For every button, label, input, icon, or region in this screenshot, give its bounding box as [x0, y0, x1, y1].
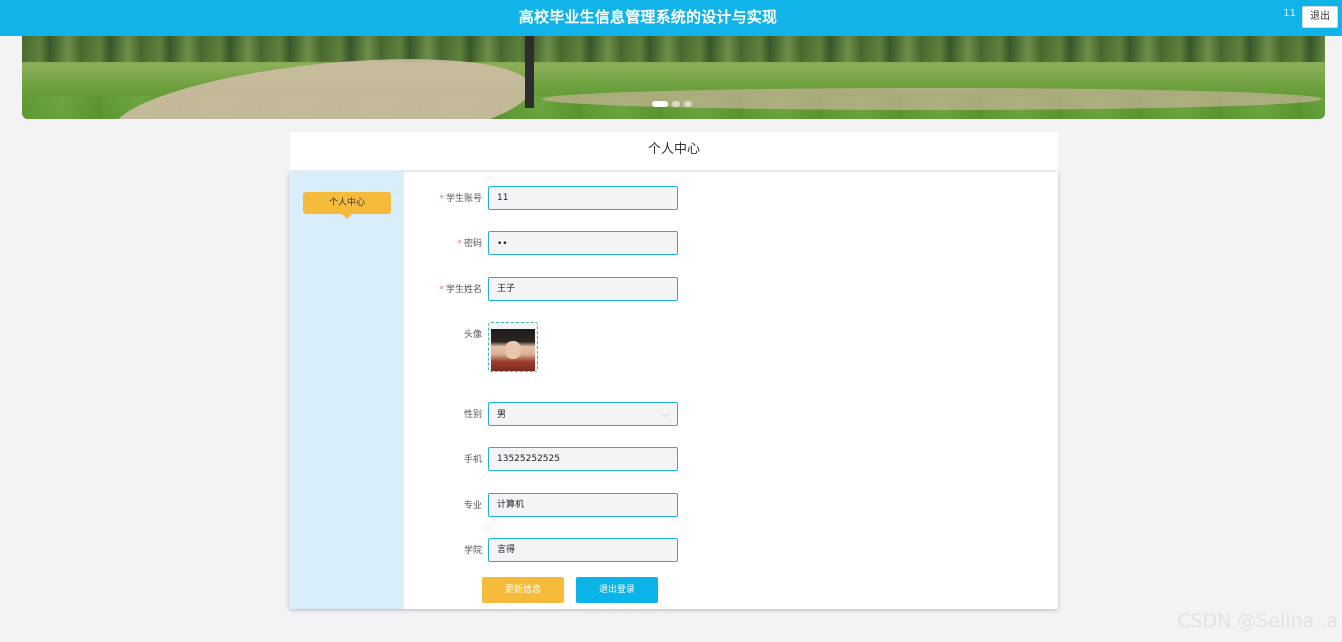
required-mark: * — [439, 285, 444, 295]
password-label: * 密码 — [457, 239, 482, 249]
logout-button[interactable]: 退出 — [1302, 6, 1338, 28]
name-input[interactable] — [488, 277, 678, 301]
major-row: 专业 — [404, 493, 804, 519]
account-input[interactable] — [488, 186, 678, 210]
carousel-indicators — [652, 101, 692, 107]
watermark: CSDN @Selina .a — [1177, 610, 1338, 632]
phone-input[interactable] — [488, 447, 678, 471]
banner-trees — [22, 36, 1325, 62]
gender-label: 性别 — [463, 410, 482, 420]
gender-select[interactable]: 男 ⌵ — [488, 402, 678, 426]
required-mark: * — [457, 239, 462, 249]
carousel-dot-1[interactable] — [652, 101, 668, 107]
profile-card: 个人中心 *学生账号 *密码 •• *学生姓名 头像 性别 男 ⌵ 手机 专业 — [289, 172, 1058, 609]
avatar-row: 头像 — [404, 322, 804, 372]
account-row: * 学生账号 — [404, 186, 804, 212]
password-input[interactable]: •• — [488, 231, 678, 255]
college-label: 学院 — [463, 546, 482, 556]
logout-account-button[interactable]: 退出登录 — [576, 577, 658, 603]
college-row: 学院 — [404, 538, 804, 564]
phone-label: 手机 — [463, 455, 482, 465]
top-bar: 高校毕业生信息管理系统的设计与实现 11 退出 — [0, 0, 1342, 36]
sidebar-item-profile[interactable]: 个人中心 — [303, 192, 391, 219]
carousel-dot-2[interactable] — [672, 101, 680, 107]
avatar-upload[interactable] — [488, 322, 538, 372]
required-mark: * — [439, 194, 444, 204]
avatar-label: 头像 — [463, 330, 482, 340]
page-title: 个人中心 — [290, 132, 1058, 170]
update-info-button[interactable]: 更新信息 — [482, 577, 564, 603]
phone-row: 手机 — [404, 447, 804, 473]
major-input[interactable] — [488, 493, 678, 517]
app-title: 高校毕业生信息管理系统的设计与实现 — [518, 8, 778, 26]
banner-lamp-pole — [525, 36, 534, 108]
avatar-face — [505, 341, 521, 359]
password-row: * 密码 •• — [404, 231, 804, 257]
account-label: * 学生账号 — [439, 194, 482, 204]
current-user: 11 — [1283, 8, 1296, 19]
name-row: * 学生姓名 — [404, 277, 804, 303]
college-input[interactable] — [488, 538, 678, 562]
gender-row: 性别 男 ⌵ — [404, 402, 804, 428]
carousel-dot-3[interactable] — [684, 101, 692, 107]
gender-value: 男 — [497, 410, 507, 420]
sidebar: 个人中心 — [289, 172, 404, 609]
avatar-image — [491, 329, 535, 371]
name-label: * 学生姓名 — [439, 285, 482, 295]
major-label: 专业 — [463, 501, 482, 511]
chevron-down-icon: ⌵ — [662, 410, 669, 420]
